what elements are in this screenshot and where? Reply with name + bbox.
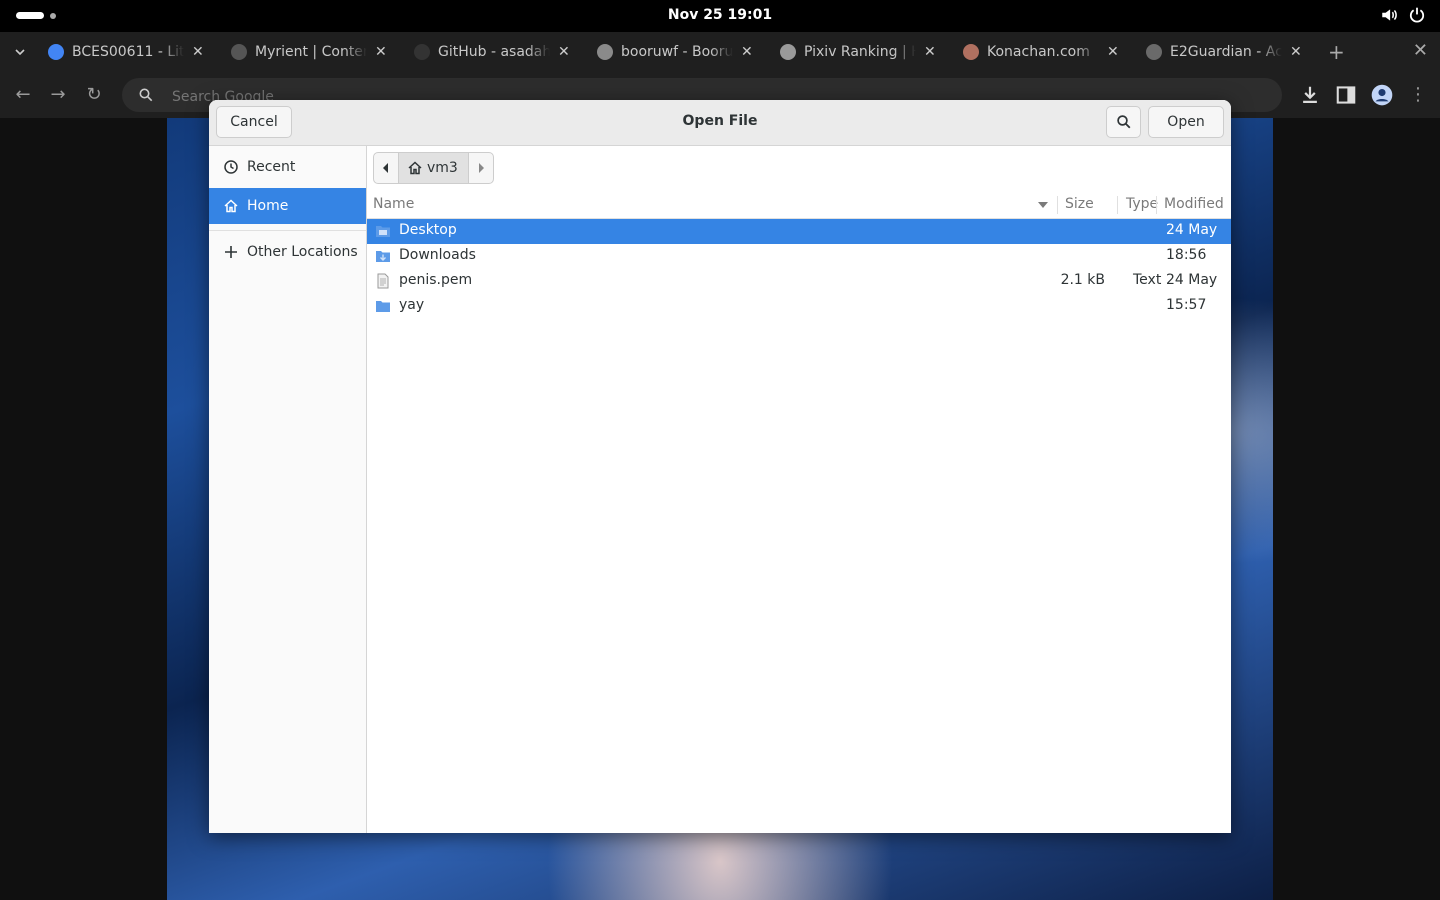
side-panel-icon[interactable]: [1335, 84, 1357, 106]
path-crumb-home[interactable]: vm3: [399, 152, 468, 184]
system-top-bar: Nov 25 19:01: [0, 0, 1440, 32]
power-icon[interactable]: [1408, 6, 1426, 24]
browser-tab[interactable]: BCES00611 - Litt ✕: [48, 36, 204, 68]
path-crumb-label: vm3: [427, 160, 458, 176]
folder-icon: [375, 298, 391, 314]
folder-desktop-icon: [375, 223, 391, 239]
home-icon: [408, 161, 422, 175]
file-row[interactable]: Downloads 18:56: [367, 244, 1231, 269]
sidebar-item-other-locations[interactable]: Other Locations: [209, 234, 366, 270]
dialog-header-bar: Cancel Open File Open: [209, 100, 1231, 146]
profile-avatar-icon[interactable]: [1371, 84, 1393, 106]
tab-title: Konachan.com: [987, 44, 1090, 60]
tab-favicon-icon: [597, 44, 613, 60]
tab-favicon-icon: [780, 44, 796, 60]
file-row[interactable]: penis.pem 2.1 kB Text 24 May: [367, 269, 1231, 294]
sidebar-divider: [209, 230, 366, 231]
file-name: Desktop: [399, 222, 457, 238]
tab-close-button[interactable]: ✕: [924, 44, 936, 60]
file-modified: 24 May: [1166, 222, 1218, 238]
dialog-title: Open File: [682, 113, 758, 129]
tab-title: Myrient | Conten: [255, 44, 367, 60]
path-bar: vm3: [373, 152, 494, 186]
search-icon: [139, 88, 153, 102]
tab-favicon-icon: [48, 44, 64, 60]
tab-close-button[interactable]: ✕: [1290, 44, 1302, 60]
tab-title: Pixiv Ranking | H: [804, 44, 916, 60]
sidebar-item-recent[interactable]: Recent: [209, 149, 366, 185]
file-size: 2.1 kB: [1060, 272, 1105, 288]
column-divider: [1117, 196, 1118, 214]
sidebar-item-label: Other Locations: [247, 244, 358, 260]
path-back-button[interactable]: [373, 152, 399, 184]
browser-tab-strip: BCES00611 - Litt ✕ Myrient | Conten ✕ GitHub…: [0, 32, 1440, 72]
search-button[interactable]: [1106, 106, 1141, 138]
file-name: penis.pem: [399, 272, 473, 288]
tab-title: BCES00611 - Litt: [72, 44, 184, 60]
browser-tab[interactable]: Konachan.com ✕: [963, 36, 1119, 68]
browser-tab[interactable]: booruwf - Booru ✕: [597, 36, 753, 68]
tab-title: booruwf - Booru: [621, 44, 733, 60]
forward-button[interactable]: →: [47, 84, 69, 106]
search-icon: [1116, 115, 1130, 129]
text-file-icon: [375, 273, 391, 289]
download-icon[interactable]: [1299, 84, 1321, 106]
new-tab-button[interactable]: +: [1328, 40, 1345, 64]
tab-close-button[interactable]: ✕: [192, 44, 204, 60]
chevron-left-icon: [383, 163, 388, 173]
column-divider: [1057, 196, 1058, 214]
file-name: Downloads: [399, 247, 476, 263]
chevron-right-icon: [478, 163, 484, 173]
home-icon: [223, 198, 239, 214]
file-row[interactable]: Desktop 24 May: [367, 219, 1231, 244]
file-list-header: Name Size Type Modified: [367, 192, 1231, 219]
file-type: Text: [1133, 272, 1162, 288]
back-button[interactable]: ←: [12, 84, 34, 106]
tab-favicon-icon: [231, 44, 247, 60]
tab-favicon-icon: [414, 44, 430, 60]
column-header-type[interactable]: Type: [1126, 196, 1158, 212]
sidebar-item-label: Recent: [247, 159, 296, 175]
folder-download-icon: [375, 248, 391, 264]
browser-menu-button[interactable]: ⋮: [1407, 84, 1429, 106]
file-name: yay: [399, 297, 425, 313]
sidebar-item-home[interactable]: Home: [209, 188, 366, 224]
path-forward-button[interactable]: [467, 152, 494, 184]
sort-down-icon[interactable]: [1037, 201, 1049, 209]
browser-tab[interactable]: E2Guardian - Ac ✕: [1146, 36, 1302, 68]
open-button[interactable]: Open: [1148, 106, 1224, 138]
browser-tab[interactable]: Pixiv Ranking | H ✕: [780, 36, 936, 68]
column-divider: [1156, 196, 1157, 214]
column-header-size[interactable]: Size: [1065, 196, 1094, 212]
tab-close-button[interactable]: ✕: [375, 44, 387, 60]
window-close-button[interactable]: ✕: [1413, 40, 1428, 61]
browser-tab[interactable]: GitHub - asadah ✕: [414, 36, 570, 68]
tab-close-button[interactable]: ✕: [741, 44, 753, 60]
clock-icon: [223, 159, 239, 175]
sidebar-item-label: Home: [247, 198, 289, 214]
tab-close-button[interactable]: ✕: [1107, 44, 1119, 60]
file-row[interactable]: yay 15:57: [367, 294, 1231, 319]
system-clock[interactable]: Nov 25 19:01: [0, 7, 1440, 23]
tab-favicon-icon: [963, 44, 979, 60]
column-header-modified[interactable]: Modified: [1164, 196, 1224, 212]
file-browser: vm3 Name Size Type Modified Desktop 24 Ma…: [367, 146, 1231, 833]
tab-close-button[interactable]: ✕: [558, 44, 570, 60]
tab-title: GitHub - asadah: [438, 44, 550, 60]
tab-favicon-icon: [1146, 44, 1162, 60]
file-modified: 18:56: [1166, 247, 1207, 263]
volume-icon[interactable]: [1380, 6, 1398, 24]
open-file-dialog: Cancel Open File Open Recent Home Other …: [209, 100, 1231, 833]
browser-tab[interactable]: Myrient | Conten ✕: [231, 36, 387, 68]
tab-search-chevron-icon[interactable]: [12, 44, 28, 60]
file-modified: 15:57: [1166, 297, 1207, 313]
reload-button[interactable]: ↻: [83, 84, 105, 106]
plus-icon: [223, 244, 239, 260]
file-modified: 24 May: [1166, 272, 1218, 288]
places-sidebar: Recent Home Other Locations: [209, 146, 367, 833]
tab-title: E2Guardian - Ac: [1170, 44, 1282, 60]
column-header-name[interactable]: Name: [373, 196, 414, 212]
